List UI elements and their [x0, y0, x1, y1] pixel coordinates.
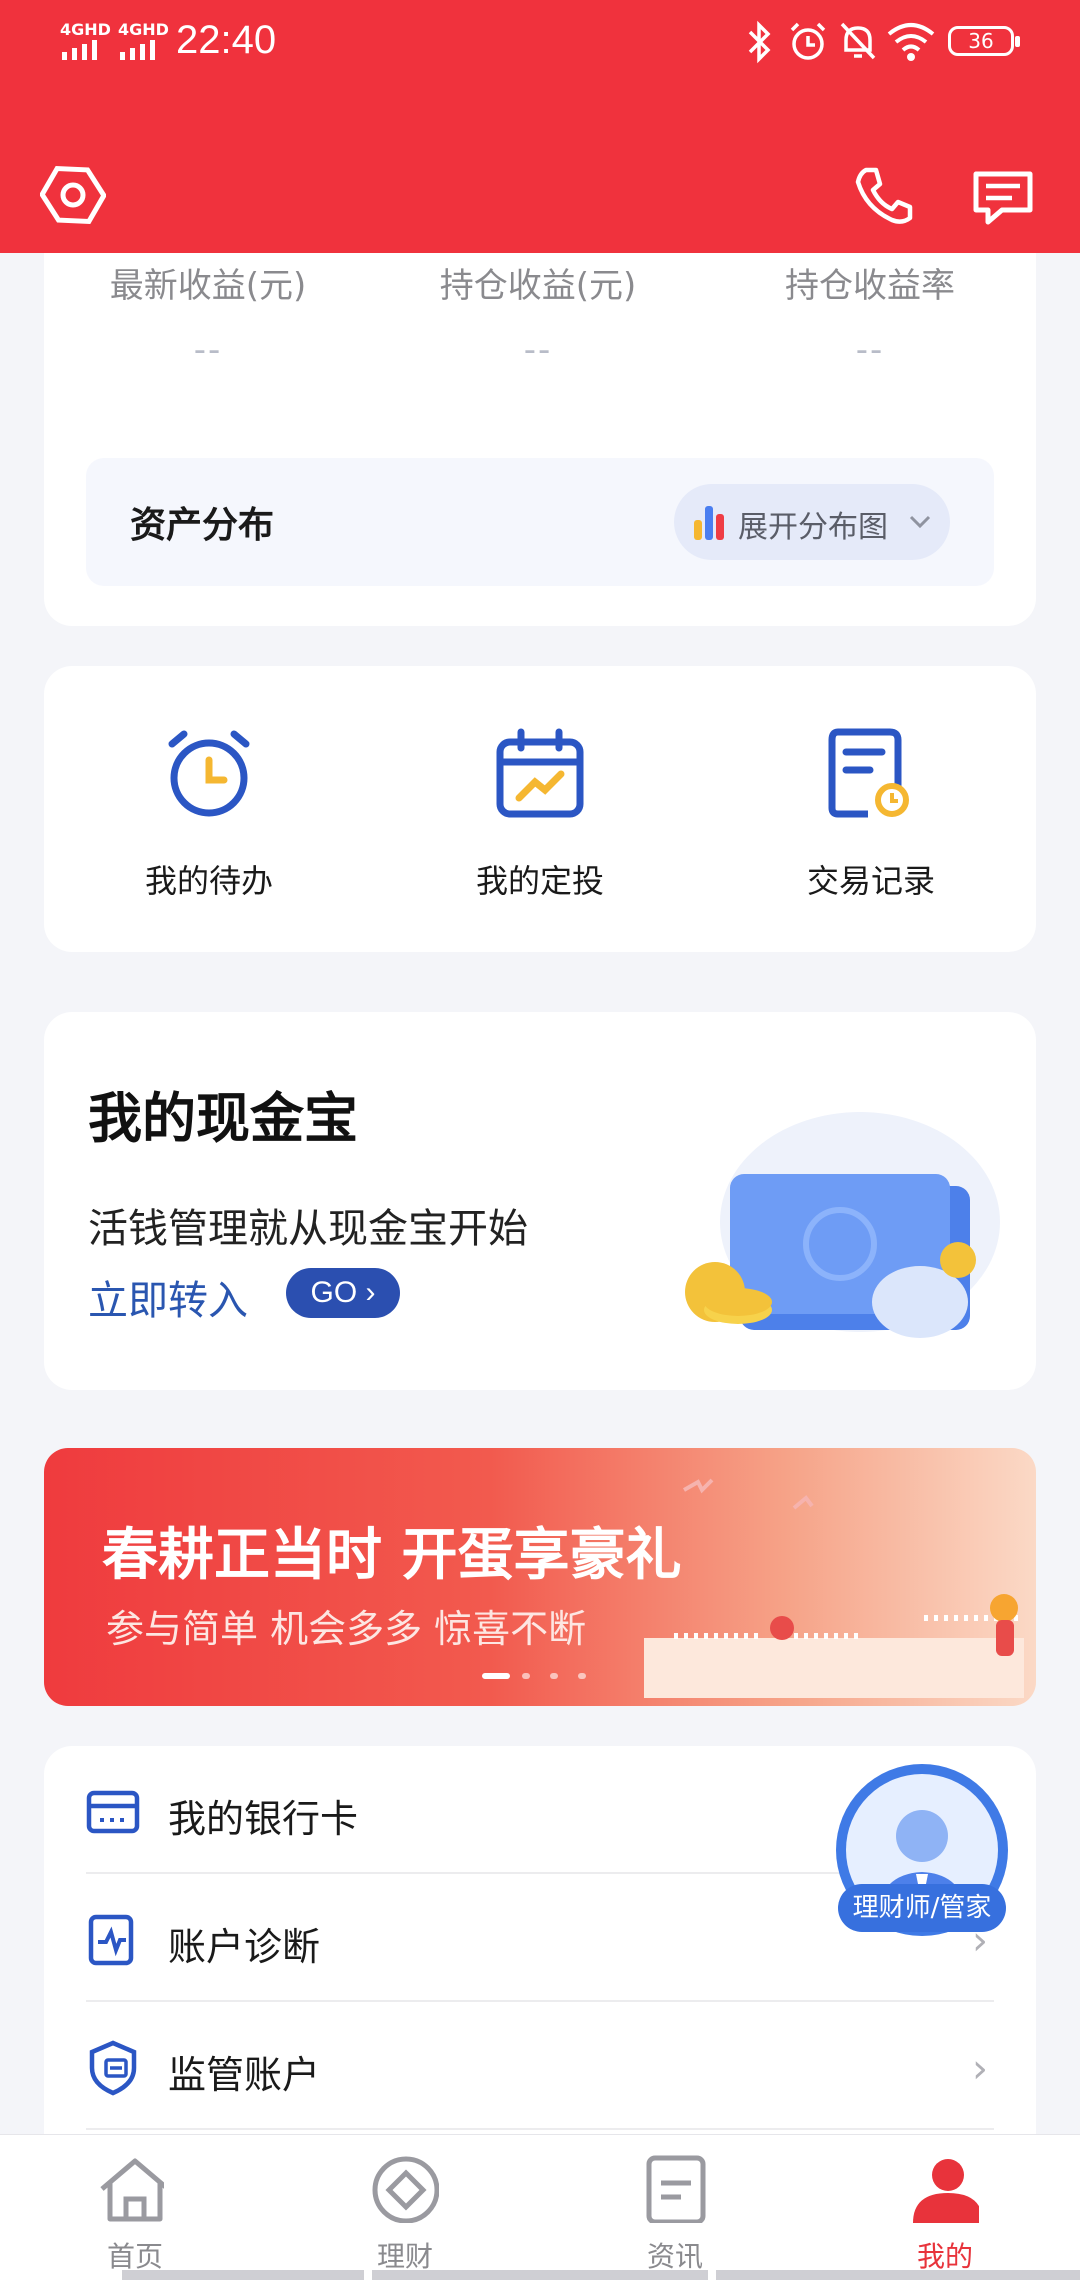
- chevron-right-icon: ›: [972, 2046, 988, 2092]
- nav-home-label: 首页: [106, 2240, 163, 2273]
- wifi-icon: [887, 23, 935, 61]
- banner-title: 春耕正当时 开蛋享豪礼: [102, 1523, 682, 1588]
- wallet-illustration: [685, 1112, 1000, 1338]
- message-icon[interactable]: [970, 168, 1036, 226]
- quick-action-todo[interactable]: 我的待办: [44, 666, 374, 952]
- gesture-bar: [372, 2270, 708, 2280]
- metric-rate-label: 持仓收益率: [785, 266, 955, 306]
- news-icon: [646, 2155, 706, 2223]
- carousel-dot[interactable]: [522, 1673, 530, 1679]
- signal-2-icon: [120, 40, 155, 60]
- advisor-tag[interactable]: 理财师/管家: [838, 1884, 1006, 1932]
- signal-2-label: 4GHD: [118, 20, 169, 39]
- metric-position-value: --: [523, 330, 553, 370]
- list-item-supervised-account-label: 监管账户: [168, 2053, 321, 2097]
- nav-news-label: 资讯: [646, 2240, 703, 2273]
- mute-icon: [840, 22, 876, 60]
- metric-rate-value: --: [855, 330, 885, 370]
- quick-action-transactions[interactable]: 交易记录: [706, 666, 1036, 952]
- list-item-bank-card-label: 我的银行卡: [168, 1797, 359, 1841]
- phone-icon[interactable]: [852, 164, 916, 226]
- promo-banner[interactable]: 春耕正当时 开蛋享豪礼 参与简单 机会多多 惊喜不断: [44, 1448, 1036, 1706]
- banner-subtitle: 参与简单 机会多多 惊喜不断: [106, 1607, 587, 1651]
- nav-profile[interactable]: 我的: [810, 2135, 1080, 2281]
- finance-icon: [372, 2156, 439, 2223]
- quick-action-auto-invest[interactable]: 我的定投: [375, 666, 705, 952]
- nav-finance[interactable]: 理财: [270, 2135, 540, 2281]
- carousel-dot[interactable]: [578, 1673, 586, 1679]
- divider: [86, 2128, 994, 2130]
- diagnosis-icon: [88, 1914, 134, 1966]
- expand-distribution-button[interactable]: 展开分布图: [674, 484, 950, 560]
- alarm-status-icon: [790, 22, 826, 60]
- expand-distribution-label: 展开分布图: [738, 510, 888, 545]
- carousel-dot-active[interactable]: [482, 1673, 510, 1679]
- shield-account-icon: [89, 2040, 137, 2096]
- go-label: GO: [310, 1276, 358, 1309]
- bottom-navigation: 首页 理财 资讯 我的: [0, 2134, 1080, 2281]
- asset-distribution-title: 资产分布: [130, 505, 275, 546]
- bar-chart-icon: [694, 506, 724, 540]
- bluetooth-icon: [748, 20, 771, 64]
- nav-finance-label: 理财: [376, 2240, 433, 2273]
- quick-action-auto-invest-label: 我的定投: [475, 862, 604, 900]
- document-clock-icon: [828, 728, 909, 818]
- cash-treasure-subtitle: 活钱管理就从现金宝开始: [88, 1206, 528, 1252]
- nav-profile-label: 我的: [916, 2240, 973, 2273]
- list-item-diagnosis-label: 账户诊断: [168, 1925, 321, 1969]
- gesture-bar: [716, 2270, 1080, 2280]
- quick-actions-card: 我的待办 我的定投 交易记录: [44, 666, 1036, 952]
- nav-news[interactable]: 资讯: [540, 2135, 810, 2281]
- list-item-supervised-account[interactable]: 监管账户 ›: [44, 2002, 1036, 2130]
- asset-distribution-panel: 资产分布 展开分布图: [86, 458, 994, 586]
- hexagon-settings-icon[interactable]: [40, 162, 106, 228]
- profile-icon: [913, 2159, 979, 2223]
- metric-position-label: 持仓收益(元): [439, 266, 637, 306]
- calendar-trend-icon: [496, 728, 584, 818]
- home-icon: [100, 2158, 164, 2222]
- metric-latest-label: 最新收益(元): [109, 266, 307, 306]
- alarm-clock-icon: [168, 730, 250, 817]
- chevron-right-icon: ›: [365, 1276, 376, 1309]
- signal-1-label: 4GHD: [60, 20, 111, 39]
- status-time: 22:40: [176, 18, 277, 62]
- signal-1-icon: [62, 40, 97, 60]
- nav-home[interactable]: 首页: [0, 2135, 270, 2281]
- battery-indicator: 36: [948, 26, 1020, 56]
- quick-action-transactions-label: 交易记录: [806, 862, 935, 900]
- go-button[interactable]: GO ›: [286, 1268, 400, 1318]
- carousel-dot[interactable]: [550, 1673, 558, 1679]
- cash-treasure-title: 我的现金宝: [88, 1087, 358, 1150]
- metric-latest-value: --: [193, 330, 223, 370]
- gesture-bar: [122, 2270, 364, 2280]
- quick-action-todo-label: 我的待办: [144, 862, 273, 900]
- top-bar: 4GHD 4GHD 22:40 36: [0, 0, 1080, 253]
- transfer-in-link[interactable]: 立即转入: [88, 1268, 248, 1326]
- bank-card-icon: [86, 1790, 140, 1834]
- chevron-down-icon: [909, 515, 931, 529]
- cash-treasure-card[interactable]: 我的现金宝 活钱管理就从现金宝开始 立即转入 GO ›: [44, 1012, 1036, 1390]
